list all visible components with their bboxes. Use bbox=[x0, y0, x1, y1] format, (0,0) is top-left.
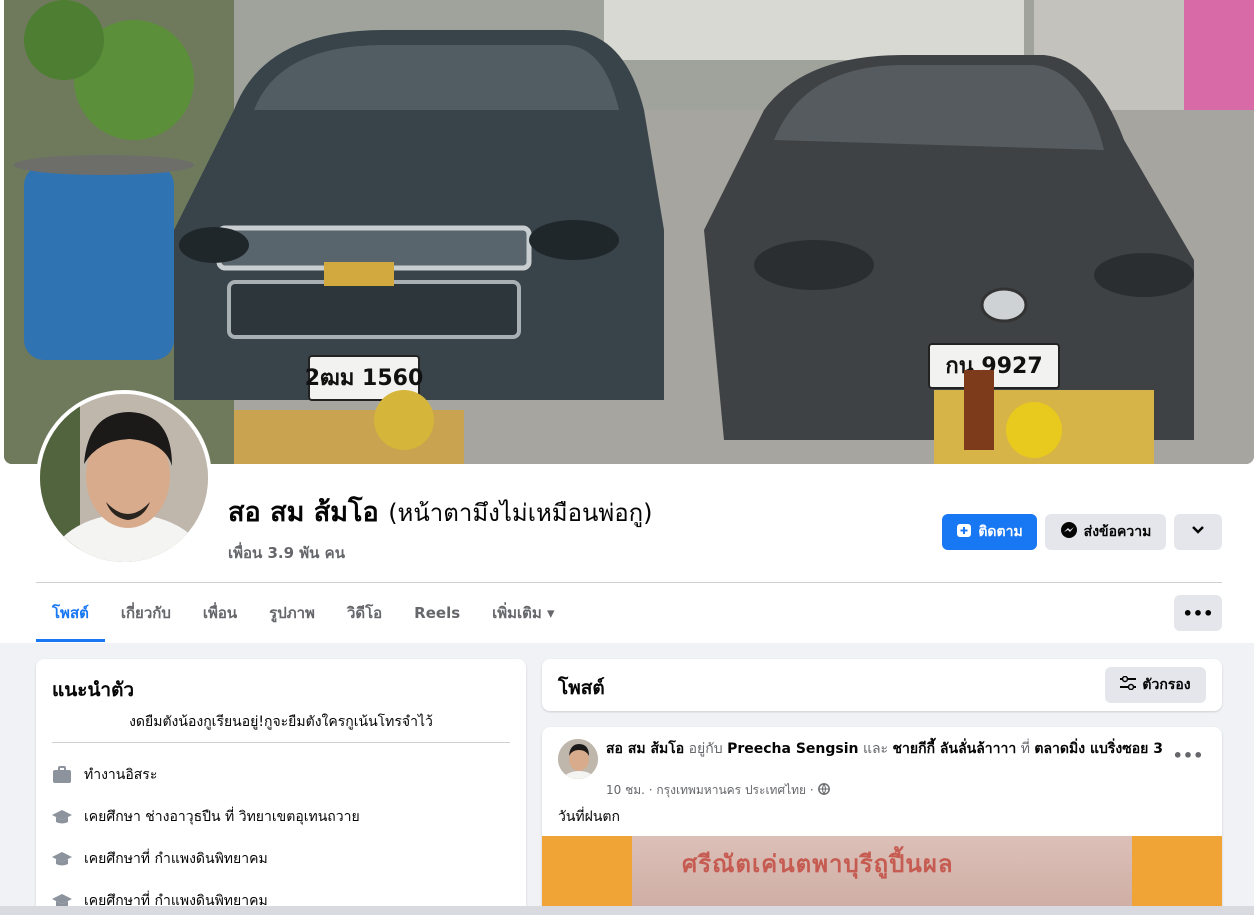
post-image[interactable]: ศรีณัตเค่นตพาบุรีถูปี้นผล bbox=[542, 836, 1222, 915]
location-link[interactable]: ตลาดมิ่ง แบริ่งซอย 3 bbox=[1034, 741, 1163, 757]
tab-posts[interactable]: โพสต์ bbox=[36, 584, 105, 642]
follow-label: ติดตาม bbox=[978, 524, 1023, 540]
intro-item-text: เคยศึกษาที่ กำแพงดินพิทยาคม bbox=[84, 851, 268, 867]
tab-more[interactable]: เพิ่มเติม ▾ bbox=[476, 584, 570, 642]
message-label: ส่งข้อความ bbox=[1083, 524, 1152, 540]
intro-item-text: ทำงานอิสระ bbox=[84, 767, 158, 783]
briefcase-icon bbox=[52, 765, 72, 785]
messenger-icon bbox=[1060, 521, 1078, 543]
message-button[interactable]: ส่งข้อความ bbox=[1045, 514, 1166, 550]
post-author-avatar[interactable] bbox=[558, 739, 598, 779]
more-dots-icon: ••• bbox=[1182, 603, 1214, 623]
cover-photo-illustration: 2ฒม 1560 กน 9927 bbox=[4, 0, 1254, 464]
intro-item-work: ทำงานอิสระ bbox=[52, 764, 157, 786]
intro-title: แนะนำตัว bbox=[52, 679, 135, 701]
intro-item-text: เคยศึกษา ช่างอาวุธปืน ที่ วิทยาเขตอุเทนถ… bbox=[84, 809, 360, 825]
avatar-illustration bbox=[40, 394, 208, 562]
profile-name-text: สอ สม ส้มโอ bbox=[228, 497, 379, 528]
avatar-photo bbox=[40, 394, 208, 562]
tab-videos[interactable]: วิดีโอ bbox=[331, 584, 398, 642]
follow-button[interactable]: ติดตาม bbox=[942, 514, 1037, 550]
tab-reels[interactable]: Reels bbox=[398, 584, 476, 642]
intro-divider bbox=[52, 742, 510, 743]
follow-icon bbox=[956, 522, 972, 542]
post-with-word: อยู่กับ bbox=[688, 741, 723, 757]
tab-friends[interactable]: เพื่อน bbox=[187, 584, 253, 642]
post-image-banner-text: ศรีณัตเค่นตพาบุรีถูปี้นผล bbox=[682, 850, 954, 878]
bottom-scroll-bar bbox=[0, 906, 1254, 915]
graduation-cap-icon bbox=[52, 849, 72, 869]
globe-icon bbox=[817, 783, 830, 798]
post-at-word: ที่ bbox=[1020, 741, 1030, 757]
filter-button[interactable]: ตัวกรอง bbox=[1105, 667, 1206, 703]
header-divider bbox=[36, 582, 1222, 583]
post-and-word: และ bbox=[862, 741, 889, 757]
chevron-down-icon bbox=[1191, 523, 1205, 541]
left-license-plate: 2ฒม 1560 bbox=[305, 366, 424, 391]
tagged-user-link[interactable]: ชายกีกี้ ลันลั่นล้าาาา bbox=[893, 741, 1017, 757]
post-avatar-illustration bbox=[558, 739, 598, 779]
intro-item-education: เคยศึกษา ช่างอาวุธปืน ที่ วิทยาเขตอุเทนถ… bbox=[52, 806, 360, 828]
profile-nickname: (หน้าตามึงไม่เหมือนพ่อกู) bbox=[388, 499, 653, 527]
post-meta: 10 ชม. · กรุงเทพมหานคร ประเทศไทย · bbox=[606, 781, 830, 800]
tab-photos[interactable]: รูปภาพ bbox=[253, 584, 331, 642]
posts-title: โพสต์ bbox=[558, 677, 605, 699]
profile-options-button[interactable] bbox=[1174, 514, 1222, 550]
graduation-cap-icon bbox=[52, 807, 72, 827]
profile-tabs: โพสต์ เกี่ยวกับ เพื่อน รูปภาพ วิดีโอ Ree… bbox=[36, 584, 571, 642]
filter-label: ตัวกรอง bbox=[1142, 677, 1191, 693]
post-options-button[interactable]: ••• bbox=[1172, 741, 1204, 769]
tabs-more-options-button[interactable]: ••• bbox=[1174, 595, 1222, 631]
more-dots-icon: ••• bbox=[1172, 745, 1204, 765]
post-author-link[interactable]: สอ สม ส้มโอ bbox=[606, 741, 684, 757]
post-header-text: สอ สม ส้มโอ อยู่กับ Preecha Sengsin และ … bbox=[606, 739, 1166, 759]
intro-item-education: เคยศึกษาที่ กำแพงดินพิทยาคม bbox=[52, 848, 268, 870]
posts-header-card: โพสต์ ตัวกรอง bbox=[542, 659, 1222, 711]
post-text: วันที่ฝนตก bbox=[558, 809, 621, 825]
intro-card: แนะนำตัว งดยืมตังน้องกูเรียนอยู่!กูจะยืม… bbox=[36, 659, 526, 915]
post-timestamp[interactable]: 10 ชม. · กรุงเทพมหานคร ประเทศไทย · bbox=[606, 781, 814, 800]
profile-avatar[interactable] bbox=[36, 390, 212, 566]
profile-name: สอ สม ส้มโอ (หน้าตามึงไม่เหมือนพ่อกู) bbox=[228, 490, 653, 533]
filter-icon bbox=[1120, 675, 1137, 694]
intro-bio: งดยืมตังน้องกูเรียนอยู่!กูจะยืมตังใครกูเ… bbox=[129, 714, 433, 730]
friends-count-link[interactable]: เพื่อน 3.9 พัน คน bbox=[228, 541, 653, 565]
tagged-user-link[interactable]: Preecha Sengsin bbox=[727, 741, 858, 757]
profile-name-block: สอ สม ส้มโอ (หน้าตามึงไม่เหมือนพ่อกู) เพ… bbox=[228, 490, 653, 565]
post-card: สอ สม ส้มโอ อยู่กับ Preecha Sengsin และ … bbox=[542, 727, 1222, 915]
profile-header: 2ฒม 1560 กน 9927 สอ สม ส้มโอ (หน้าตามึงไ… bbox=[0, 0, 1254, 643]
tab-about[interactable]: เกี่ยวกับ bbox=[105, 584, 187, 642]
cover-photo[interactable]: 2ฒม 1560 กน 9927 bbox=[4, 0, 1254, 464]
